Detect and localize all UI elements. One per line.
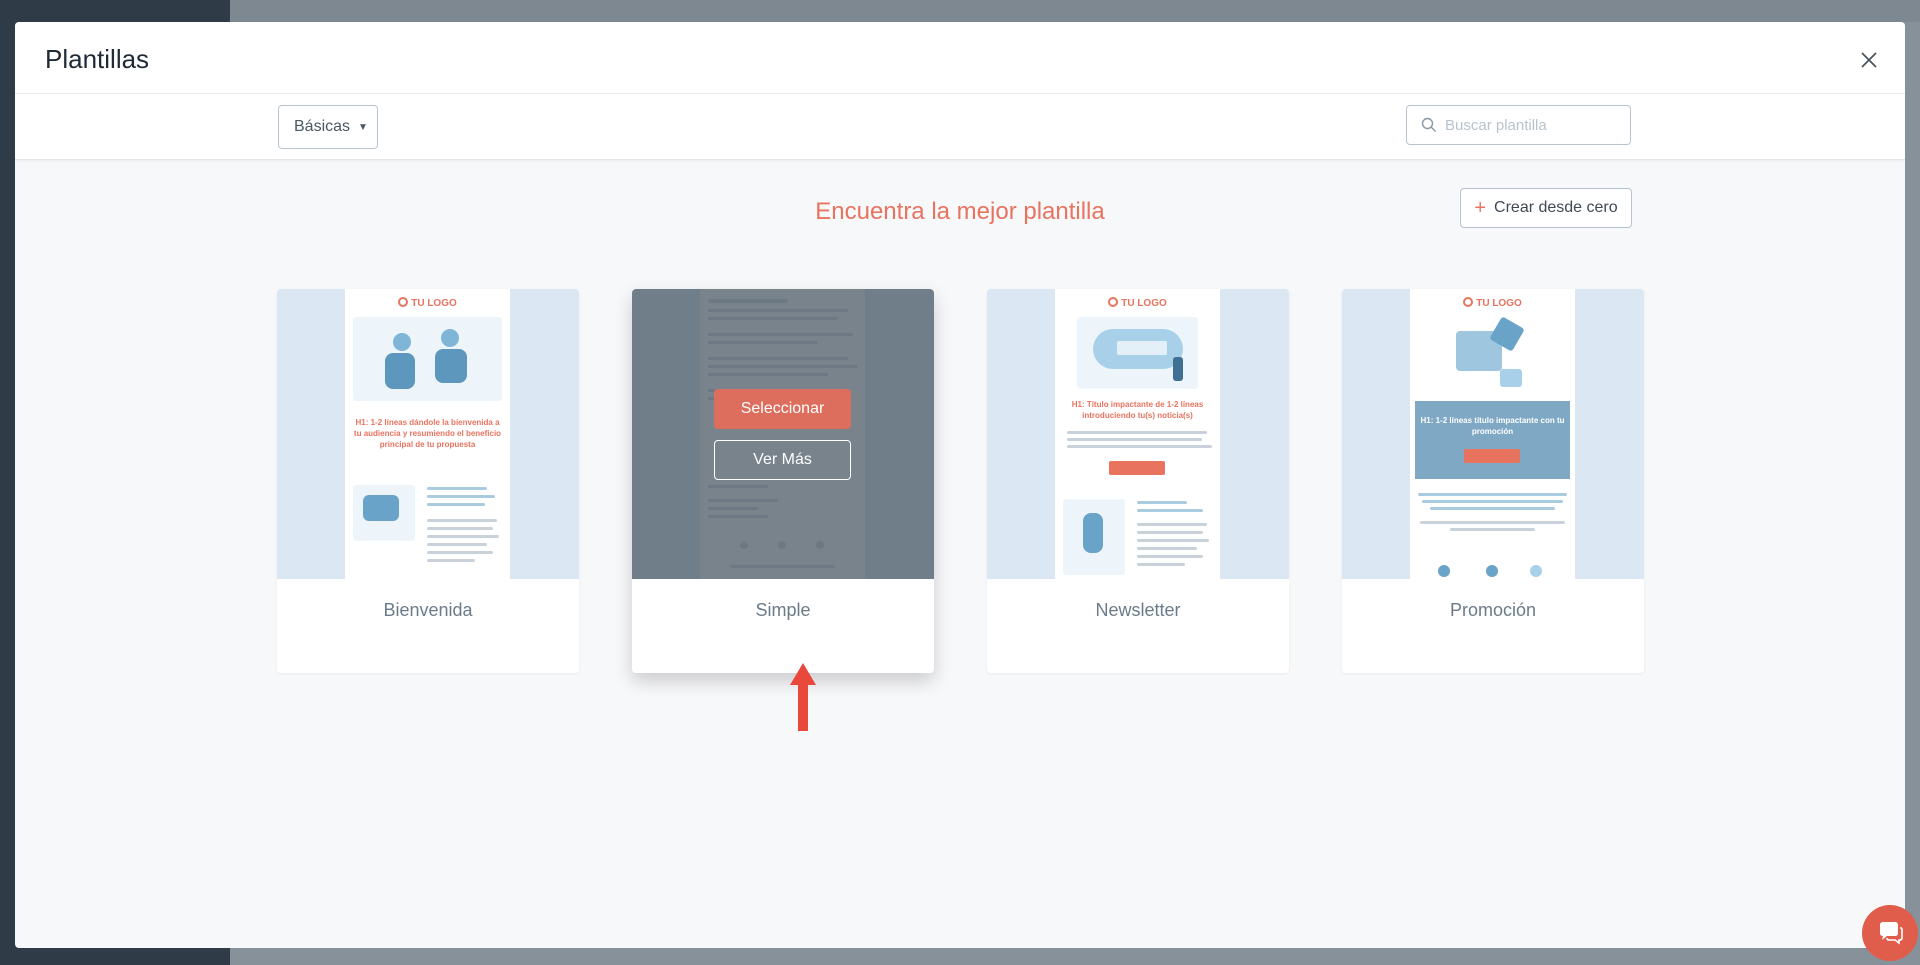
plus-icon: + <box>1474 197 1487 219</box>
preview-template-button[interactable]: Ver Más <box>714 440 851 480</box>
templates-modal: Plantillas Básicas ▼ Encuentra la mejor … <box>15 22 1905 948</box>
search-box[interactable] <box>1406 105 1631 145</box>
email-logo: TU LOGO <box>1055 297 1220 309</box>
template-name: Promoción <box>1449 600 1537 620</box>
template-thumbnail: TU LOGO H1: Título impactante de 1-2 lín… <box>987 289 1289 579</box>
template-thumbnail: TU LOGO H1: 1-2 líneas título impactante… <box>1342 289 1644 579</box>
newsletter-illustration <box>1077 317 1198 389</box>
email-cta-preview <box>1464 449 1520 463</box>
search-input[interactable] <box>1445 116 1625 134</box>
logo-icon <box>398 297 409 307</box>
template-name: Bienvenida <box>383 600 473 620</box>
template-card-newsletter[interactable]: TU LOGO H1: Título impactante de 1-2 lín… <box>987 289 1289 673</box>
promo-banner: H1: 1-2 líneas título impactante con tu … <box>1415 401 1570 479</box>
logo-icon <box>1108 297 1119 307</box>
email-preview: TU LOGO H1: 1-2 líneas título impactante… <box>1410 289 1575 579</box>
category-dropdown-label: Básicas <box>294 118 351 135</box>
close-button[interactable] <box>1859 50 1879 70</box>
email-preview: TU LOGO H1: Título impactante de 1-2 lín… <box>1055 289 1220 579</box>
template-card-simple[interactable]: Seleccionar Ver Más Simple <box>632 289 934 673</box>
template-card-bienvenida[interactable]: TU LOGO H1: 1-2 líneas dándole la bienve… <box>277 289 579 673</box>
template-name: Newsletter <box>1095 600 1181 620</box>
template-card-promocion[interactable]: TU LOGO H1: 1-2 líneas título impactante… <box>1342 289 1644 673</box>
modal-title: Plantillas <box>45 44 150 74</box>
hand-illustration <box>353 485 415 541</box>
email-logo: TU LOGO <box>1410 297 1575 309</box>
template-heading: H1: 1-2 líneas dándole la bienvenida a t… <box>353 418 502 449</box>
offers-illustration <box>1440 316 1545 397</box>
email-logo: TU LOGO <box>345 297 510 309</box>
welcome-illustration <box>353 317 502 401</box>
template-hover-overlay: Seleccionar Ver Más <box>632 289 934 579</box>
template-thumbnail: TU LOGO H1: 1-2 líneas dándole la bienve… <box>277 289 579 579</box>
template-heading: H1: Título impactante de 1-2 líneas intr… <box>1071 400 1204 420</box>
template-name: Simple <box>755 600 811 620</box>
modal-header: Plantillas <box>15 22 1905 94</box>
chat-button[interactable] <box>1862 905 1918 961</box>
email-cta-preview <box>1109 461 1165 475</box>
hero-illustration <box>1063 499 1125 575</box>
category-dropdown[interactable]: Básicas ▼ <box>278 105 378 149</box>
close-icon <box>1861 52 1877 68</box>
chat-icon <box>1880 922 1903 945</box>
template-thumbnail: Seleccionar Ver Más <box>632 289 934 579</box>
chevron-down-icon: ▼ <box>358 121 368 133</box>
backdrop-topbar <box>230 0 1920 22</box>
annotation-arrow-icon <box>790 663 816 731</box>
template-heading: H1: 1-2 líneas título impactante con tu … <box>1420 416 1565 436</box>
templates-toolbar: Básicas ▼ <box>15 94 1905 160</box>
create-from-scratch-label: Crear desde cero <box>1494 199 1618 216</box>
create-from-scratch-button[interactable]: + Crear desde cero <box>1460 188 1632 228</box>
email-preview: TU LOGO H1: 1-2 líneas dándole la bienve… <box>345 289 510 579</box>
select-template-button[interactable]: Seleccionar <box>714 389 851 429</box>
search-icon <box>1421 117 1436 132</box>
logo-icon <box>1463 297 1474 307</box>
